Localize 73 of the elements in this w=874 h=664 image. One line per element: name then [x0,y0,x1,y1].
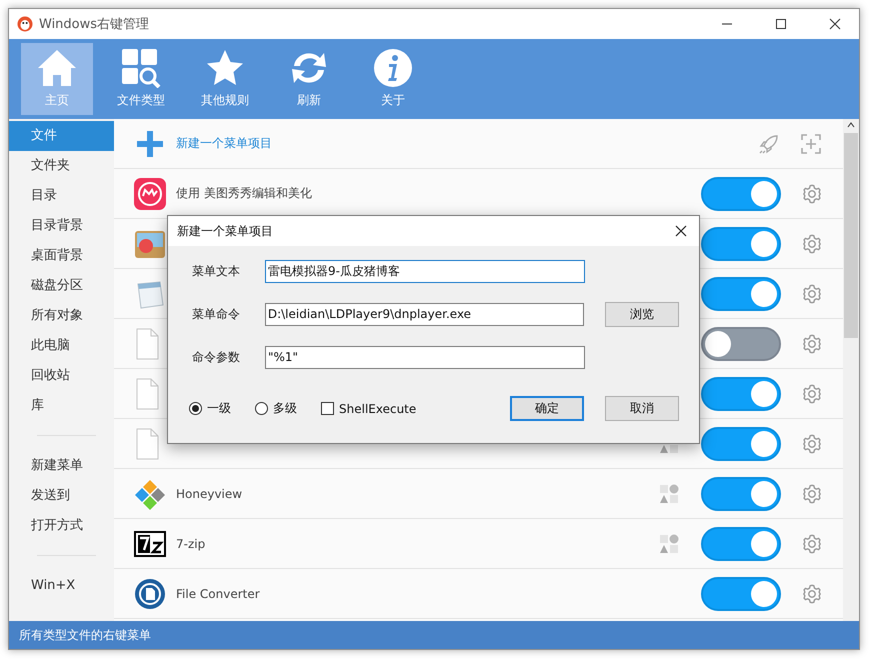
shapes-icon[interactable] [659,484,679,504]
close-icon[interactable] [675,225,687,237]
info-icon [372,48,414,88]
close-icon[interactable] [829,18,841,30]
settings-icon[interactable] [801,232,823,254]
toggle-switch[interactable] [701,176,781,210]
sidebar-item[interactable]: 目录背景 [9,211,114,241]
toggle-switch[interactable] [701,226,781,260]
text-field[interactable]: 雷电模拟器9-瓜皮猪博客 [265,260,585,282]
text-field[interactable]: "%1" [265,346,585,368]
shapes-icon[interactable] [659,534,679,554]
settings-icon[interactable] [801,432,823,454]
toggle-switch[interactable] [701,476,781,510]
7zip-icon [134,530,166,556]
radio-option[interactable]: 多级 [255,400,297,417]
settings-icon[interactable] [801,182,823,204]
scrollbar[interactable] [843,119,859,621]
menu-item-label: 使用 美图秀秀编辑和美化 [176,185,313,202]
settings-icon[interactable] [801,382,823,404]
toggle-switch[interactable] [701,426,781,460]
add-icon[interactable] [799,132,823,156]
settings-icon[interactable] [801,282,823,304]
radio-button[interactable] [189,402,202,415]
radio-button[interactable] [255,402,268,415]
sidebar-item[interactable]: 新建菜单 [9,451,114,481]
checkbox[interactable] [321,402,334,415]
settings-icon[interactable] [801,582,823,604]
maximize-icon[interactable] [775,18,787,30]
file-icon [134,428,160,460]
radio-option[interactable]: 一级 [189,400,231,417]
sidebar-item[interactable]: 发送到 [9,481,114,511]
app-logo-icon [17,16,33,32]
settings-icon[interactable] [801,532,823,554]
sidebar-item[interactable]: 此电脑 [9,331,114,361]
sidebar-item[interactable]: 文件 [9,121,114,151]
text-field[interactable]: D:\leidian\LDPlayer9\dnplayer.exe [264,302,584,326]
browse-button[interactable]: 浏览 [605,302,679,326]
file-icon [134,378,160,410]
settings-icon[interactable] [801,482,823,504]
checkbox-option[interactable]: ShellExecute [321,402,416,416]
sidebar-item[interactable]: 文件夹 [9,151,114,181]
menu-item-label: File Converter [176,586,261,600]
menu-item-label: 7-zip [176,536,206,550]
settings-icon[interactable] [801,332,823,354]
sidebar-item[interactable]: 目录 [9,181,114,211]
sidebar-item[interactable]: 桌面背景 [9,241,114,271]
menu-item-label: Honeyview [176,486,244,500]
new-item-link[interactable]: 新建一个菜单项目 [176,135,757,152]
sidebar-item[interactable]: 库 [9,391,114,421]
dialog-title: 新建一个菜单项目 [177,222,274,240]
field-label: 命令参数 [192,348,241,366]
sidebar-item[interactable]: 磁盘分区 [9,271,114,301]
toggle-switch[interactable] [701,526,781,560]
honeyview-icon [134,478,166,510]
window-title: Windows右键管理 [39,16,150,33]
dialog-button[interactable]: 取消 [605,396,679,421]
field-label: 菜单文本 [192,262,241,280]
dialog-button[interactable]: 确定 [510,396,584,421]
status-bar: 所有类型文件的右键菜单 [9,621,859,649]
toggle-switch[interactable] [701,576,781,610]
grid-search-icon [120,48,162,88]
toggle-switch[interactable] [701,376,781,410]
app-icon [134,178,166,210]
toggle-switch[interactable] [701,276,781,310]
sidebar-item[interactable]: 回收站 [9,361,114,391]
home-icon [36,48,78,88]
sidebar-item[interactable]: 所有对象 [9,301,114,331]
file-icon [134,328,160,360]
toggle-switch[interactable] [701,326,781,360]
field-label: 菜单命令 [192,306,241,322]
converter-icon [134,578,166,610]
sidebar-item[interactable]: Win+X [9,571,114,601]
sidebar-item[interactable]: 打开方式 [9,511,114,541]
